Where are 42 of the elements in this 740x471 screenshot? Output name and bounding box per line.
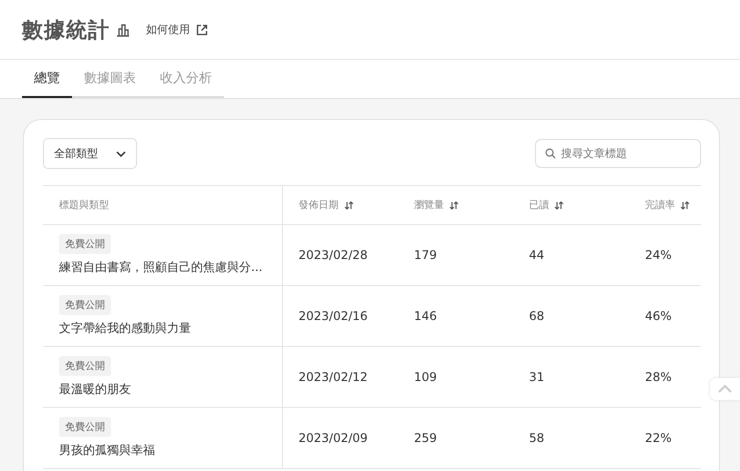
table-cell: 109 <box>398 346 513 408</box>
category-tag: 免費公開 <box>59 295 111 315</box>
column-header: 標題與類型 <box>59 198 109 212</box>
table-cell: 2023/02/16 <box>282 286 398 346</box>
search-icon <box>545 148 556 159</box>
article-title[interactable]: 最溫暖的朋友 <box>59 381 282 398</box>
chevron-up-icon <box>718 385 732 393</box>
column-header[interactable]: 已讀 <box>529 198 549 212</box>
search-field[interactable]: 搜尋文章標題 <box>535 139 701 168</box>
column-header[interactable]: 發佈日期 <box>298 198 338 212</box>
external-link-icon[interactable] <box>196 24 208 36</box>
table-cell: 46% <box>629 286 701 346</box>
help-link[interactable]: 如何使用 <box>146 22 190 37</box>
article-title[interactable]: 文字帶給我的感動與力量 <box>59 320 282 337</box>
table-cell: 28% <box>629 346 701 408</box>
table-cell: 22% <box>629 408 701 468</box>
chevron-down-icon <box>116 150 126 156</box>
sort-icon[interactable] <box>449 200 459 210</box>
table-cell: 146 <box>398 286 513 346</box>
table-cell: 44 <box>513 224 629 286</box>
table-cell: 68 <box>513 286 629 346</box>
article-title[interactable]: 男孩的孤獨與幸福 <box>59 442 282 459</box>
sort-icon[interactable] <box>680 200 690 210</box>
category-tag: 免費公開 <box>59 417 111 437</box>
article-title[interactable]: 練習自由書寫，照顧自己的焦慮與分... <box>59 259 282 276</box>
table-cell: 2023/02/12 <box>282 346 398 408</box>
bar-chart-icon <box>116 22 130 36</box>
table-cell: 24% <box>629 224 701 286</box>
sort-icon[interactable] <box>344 200 354 210</box>
column-header[interactable]: 瀏覽量 <box>414 198 444 212</box>
category-tag: 免費公開 <box>59 356 111 376</box>
type-dropdown[interactable]: 全部類型 <box>43 138 137 169</box>
table-cell: 58 <box>513 408 629 468</box>
sort-icon[interactable] <box>554 200 564 210</box>
table-cell: 2023/02/09 <box>282 408 398 468</box>
table-cell: 259 <box>398 408 513 468</box>
table-cell: 2023/02/28 <box>282 224 398 286</box>
table-cell: 179 <box>398 224 513 286</box>
column-header[interactable]: 完讀率 <box>645 198 675 212</box>
category-tag: 免費公開 <box>59 234 111 254</box>
page-title: 數據統計 <box>22 16 110 44</box>
table-cell: 31 <box>513 346 629 408</box>
